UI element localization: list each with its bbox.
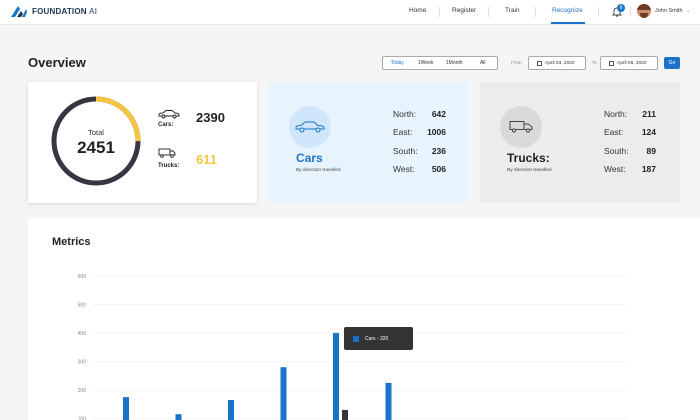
- y-tick-label: 100: [78, 416, 87, 420]
- tooltip-swatch: [353, 335, 359, 342]
- chart-bar: [175, 414, 182, 420]
- chart-bar: [228, 399, 234, 420]
- chart-bar: [280, 367, 287, 420]
- chart-bar: [342, 409, 348, 420]
- y-tick-label: 600: [78, 274, 87, 280]
- metrics-bar-chart: 100 200 300 400 500 600: [78, 274, 626, 420]
- chart-bar: [333, 333, 339, 420]
- chart-tooltip: Cars - 320: [344, 327, 413, 350]
- y-tick-label: 500: [78, 302, 87, 308]
- y-tick-label: 300: [78, 359, 87, 365]
- y-tick-label: 400: [78, 331, 87, 337]
- chart-bar: [385, 382, 392, 420]
- y-tick-label: 200: [78, 388, 87, 394]
- tooltip-text: Cars - 320: [365, 335, 389, 342]
- chart-bar: [123, 397, 129, 420]
